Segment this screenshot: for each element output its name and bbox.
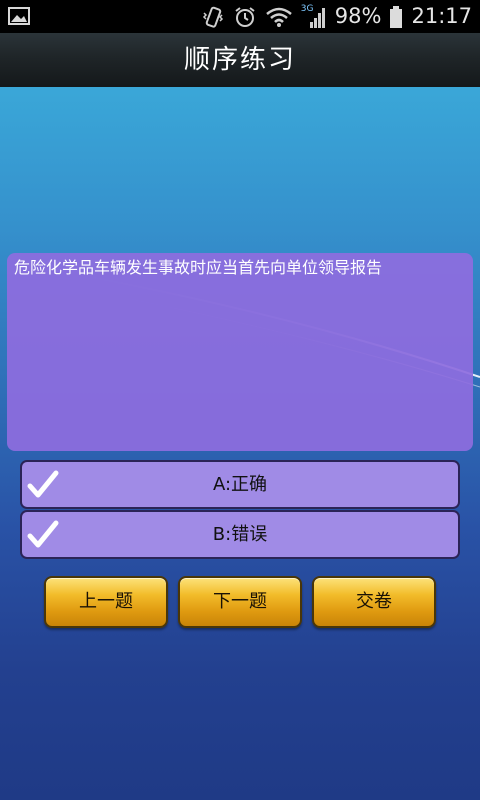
- option-a[interactable]: A:正确: [20, 460, 460, 509]
- image-icon: [8, 6, 30, 26]
- submit-exam-button[interactable]: 交卷: [312, 576, 436, 628]
- option-a-label: A:正确: [212, 474, 268, 495]
- title-bar: 顺序练习: [0, 33, 480, 88]
- page-title: 顺序练习: [183, 45, 296, 75]
- prev-question-button[interactable]: 上一题: [44, 576, 168, 628]
- battery-percent: 98%: [334, 4, 382, 28]
- next-question-button[interactable]: 下一题: [178, 576, 302, 628]
- main-content: 危险化学品车辆发生事故时应当首先向单位领导报告 A:正确 B:错误 上一题 下一…: [0, 87, 480, 800]
- clock: 21:17: [411, 4, 472, 28]
- wifi-icon: [265, 6, 293, 28]
- question-box: 危险化学品车辆发生事故时应当首先向单位领导报告: [7, 253, 473, 451]
- option-b-label: B:错误: [212, 524, 268, 545]
- signal-icon: 3G: [301, 4, 327, 30]
- status-bar: 3G 98% 21:17: [0, 0, 480, 33]
- option-b[interactable]: B:错误: [20, 510, 460, 559]
- battery-icon: [389, 5, 403, 29]
- vibrate-icon: [201, 5, 225, 29]
- question-text: 危险化学品车辆发生事故时应当首先向单位领导报告: [14, 258, 383, 277]
- alarm-icon: [233, 5, 257, 29]
